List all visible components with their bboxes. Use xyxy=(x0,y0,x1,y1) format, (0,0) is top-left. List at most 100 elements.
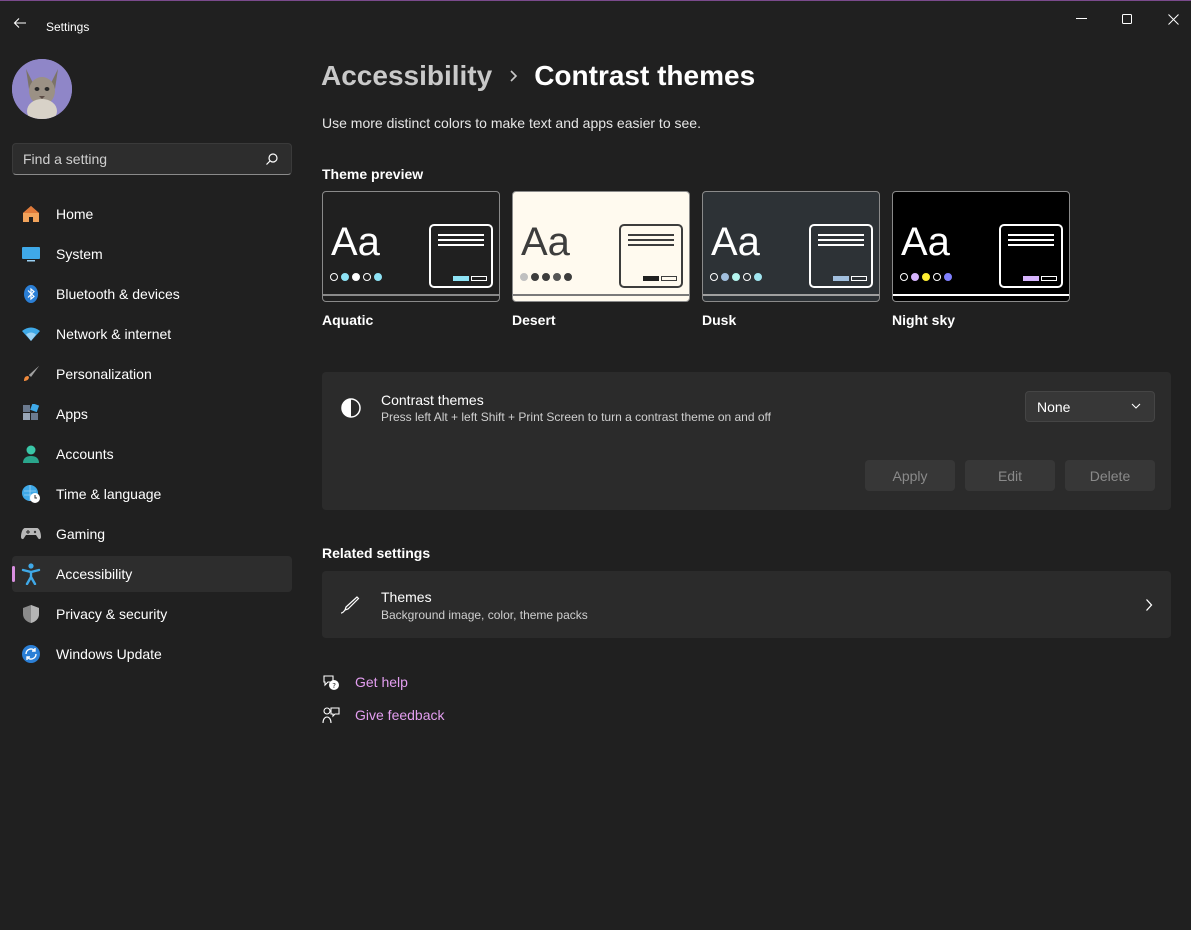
delete-button[interactable]: Delete xyxy=(1065,460,1155,491)
theme-card-desert[interactable]: Aa xyxy=(512,191,690,302)
theme-name: Night sky xyxy=(892,312,956,328)
theme-bar xyxy=(703,294,879,296)
app-title: Settings xyxy=(46,20,90,34)
home-icon xyxy=(20,203,42,225)
feedback-icon xyxy=(321,705,341,725)
color-swatch xyxy=(911,273,919,281)
globe-clock-icon xyxy=(20,483,42,505)
theme-window-preview xyxy=(809,224,873,288)
svg-text:?: ? xyxy=(332,682,336,690)
theme-card-aquatic[interactable]: Aa xyxy=(322,191,500,302)
theme-card-night-sky[interactable]: Aa xyxy=(892,191,1070,302)
color-swatch xyxy=(922,273,930,281)
maximize-button[interactable] xyxy=(1104,1,1150,37)
apps-icon xyxy=(20,403,42,425)
theme-sample-text: Aa xyxy=(331,220,380,264)
contrast-icon xyxy=(340,397,362,424)
sidebar-item-windows-update[interactable]: Windows Update xyxy=(12,636,292,672)
sidebar-item-personalization[interactable]: Personalization xyxy=(12,356,292,392)
color-swatch xyxy=(520,273,528,281)
gamepad-icon xyxy=(20,523,42,545)
theme-name: Dusk xyxy=(702,312,737,328)
related-settings-heading: Related settings xyxy=(322,545,431,561)
theme-window-preview xyxy=(429,224,493,288)
color-swatch xyxy=(754,273,762,281)
sidebar-item-bluetooth[interactable]: Bluetooth & devices xyxy=(12,276,292,312)
theme-bar xyxy=(893,294,1069,296)
contrast-theme-dropdown[interactable]: None xyxy=(1025,391,1155,422)
give-feedback-label[interactable]: Give feedback xyxy=(355,707,445,723)
selected-indicator xyxy=(12,566,15,582)
sidebar-nav: Home System Bluetooth & devices Network … xyxy=(12,196,292,676)
back-button[interactable] xyxy=(6,9,34,37)
brush-icon xyxy=(20,363,42,385)
edit-button[interactable]: Edit xyxy=(965,460,1055,491)
theme-window-preview xyxy=(999,224,1063,288)
theme-color-dots xyxy=(710,273,762,281)
theme-color-dots xyxy=(900,273,952,281)
themes-subtitle: Background image, color, theme packs xyxy=(381,608,588,622)
chevron-right-icon xyxy=(1146,599,1153,611)
theme-preview-heading: Theme preview xyxy=(322,166,424,182)
theme-card-dusk[interactable]: Aa xyxy=(702,191,880,302)
sidebar-item-system[interactable]: System xyxy=(12,236,292,272)
color-swatch xyxy=(933,273,941,281)
sidebar-item-network[interactable]: Network & internet xyxy=(12,316,292,352)
theme-color-dots xyxy=(330,273,382,281)
theme-sample-text: Aa xyxy=(711,220,760,264)
theme-aquatic[interactable]: Aa Aquatic xyxy=(322,191,500,328)
pen-brush-icon xyxy=(340,595,360,620)
color-swatch xyxy=(944,273,952,281)
sidebar-item-time-language[interactable]: Time & language xyxy=(12,476,292,512)
themes-related-setting[interactable]: Themes Background image, color, theme pa… xyxy=(322,571,1171,638)
search-icon[interactable] xyxy=(265,152,279,166)
sidebar-item-accounts[interactable]: Accounts xyxy=(12,436,292,472)
sidebar-item-gaming[interactable]: Gaming xyxy=(12,516,292,552)
minimize-icon xyxy=(1075,18,1087,19)
breadcrumb: Accessibility Contrast themes xyxy=(321,60,755,92)
theme-sample-text: Aa xyxy=(901,220,950,264)
get-help-label[interactable]: Get help xyxy=(355,674,408,690)
user-avatar[interactable] xyxy=(12,59,72,119)
page-description: Use more distinct colors to make text an… xyxy=(322,115,701,131)
contrast-themes-title: Contrast themes xyxy=(381,392,484,408)
give-feedback-link[interactable]: Give feedback xyxy=(321,705,445,725)
sidebar-item-apps[interactable]: Apps xyxy=(12,396,292,432)
help-chat-icon: ? xyxy=(321,672,341,692)
color-swatch xyxy=(341,273,349,281)
contrast-themes-shortcut: Press left Alt + left Shift + Print Scre… xyxy=(381,410,771,424)
update-icon xyxy=(20,643,42,665)
minimize-button[interactable] xyxy=(1058,1,1104,37)
theme-bar xyxy=(323,294,499,296)
dropdown-value: None xyxy=(1037,399,1071,415)
search-box[interactable] xyxy=(12,143,292,175)
system-icon xyxy=(20,243,42,265)
shield-icon xyxy=(20,603,42,625)
color-swatch xyxy=(721,273,729,281)
color-swatch xyxy=(710,273,718,281)
color-swatch xyxy=(352,273,360,281)
color-swatch xyxy=(564,273,572,281)
contrast-themes-panel: Contrast themes Press left Alt + left Sh… xyxy=(322,372,1171,510)
get-help-link[interactable]: ? Get help xyxy=(321,672,408,692)
close-button[interactable] xyxy=(1150,1,1191,37)
color-swatch xyxy=(732,273,740,281)
sidebar-item-accessibility[interactable]: Accessibility xyxy=(12,556,292,592)
theme-night-sky[interactable]: Aa Night sky xyxy=(892,191,1070,328)
chevron-right-icon xyxy=(508,69,518,83)
search-input[interactable] xyxy=(23,144,253,174)
cat-avatar-icon xyxy=(12,59,72,119)
color-swatch xyxy=(553,273,561,281)
color-swatch xyxy=(374,273,382,281)
color-swatch xyxy=(542,273,550,281)
sidebar-item-privacy[interactable]: Privacy & security xyxy=(12,596,292,632)
breadcrumb-parent[interactable]: Accessibility xyxy=(321,60,492,92)
theme-bar xyxy=(513,294,689,296)
close-icon xyxy=(1167,13,1179,25)
theme-desert[interactable]: Aa Desert xyxy=(512,191,690,328)
theme-dusk[interactable]: Aa Dusk xyxy=(702,191,880,328)
apply-button[interactable]: Apply xyxy=(865,460,955,491)
accessibility-icon xyxy=(20,563,42,585)
sidebar-item-home[interactable]: Home xyxy=(12,196,292,232)
maximize-icon xyxy=(1121,13,1132,24)
